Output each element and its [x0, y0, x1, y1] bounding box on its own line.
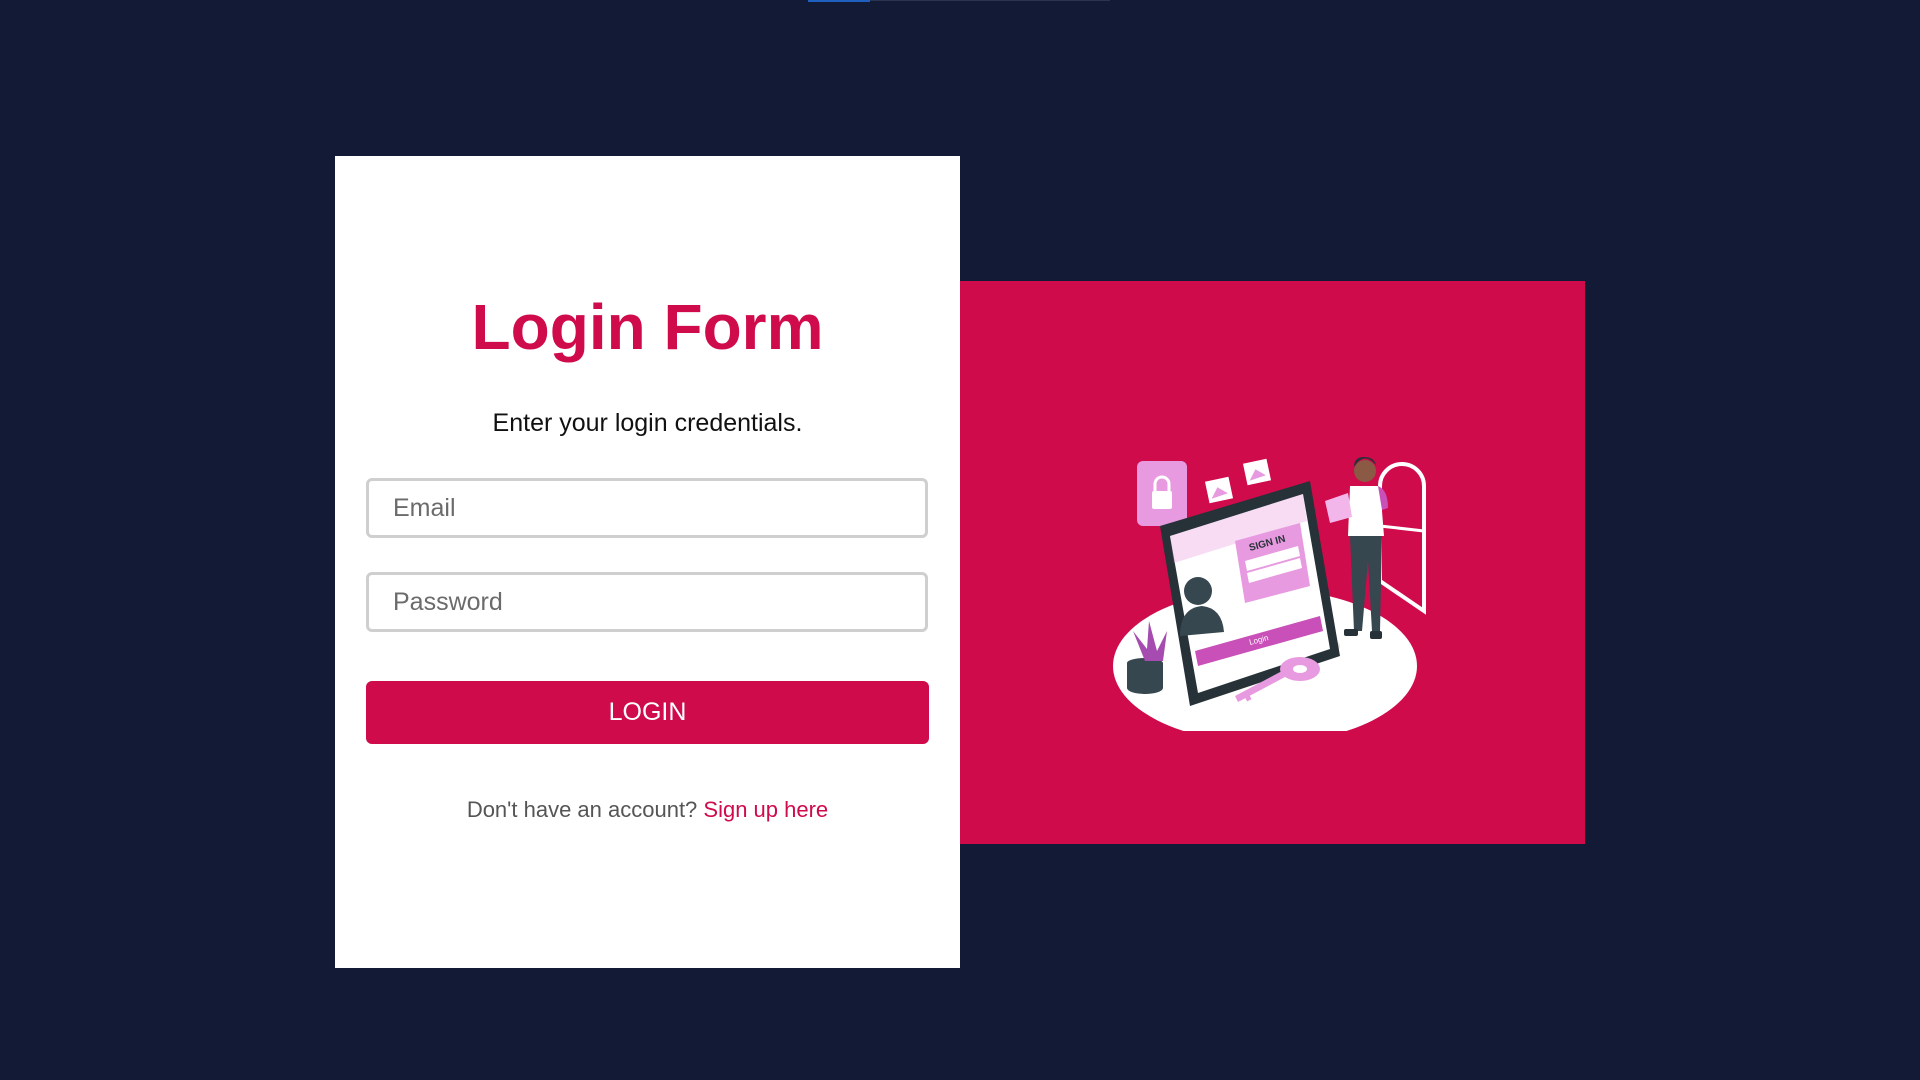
login-button[interactable]: LOGIN	[366, 681, 929, 744]
email-field[interactable]	[366, 478, 928, 538]
door-arch	[1378, 462, 1426, 615]
signup-prompt: Don't have an account? Sign up here	[335, 797, 960, 823]
login-title: Login Form	[471, 291, 824, 363]
top-accent-bar	[808, 0, 870, 2]
login-card	[335, 156, 960, 968]
login-subtitle: Enter your login credentials.	[492, 409, 803, 437]
signup-prompt-text: Don't have an account?	[466, 797, 704, 822]
top-divider	[870, 0, 1110, 1]
illustration-panel: SIGN IN Login	[960, 281, 1585, 844]
password-field[interactable]	[366, 572, 928, 632]
login-illustration: SIGN IN Login	[1113, 457, 1426, 731]
signup-link[interactable]: Sign up here	[703, 797, 828, 822]
